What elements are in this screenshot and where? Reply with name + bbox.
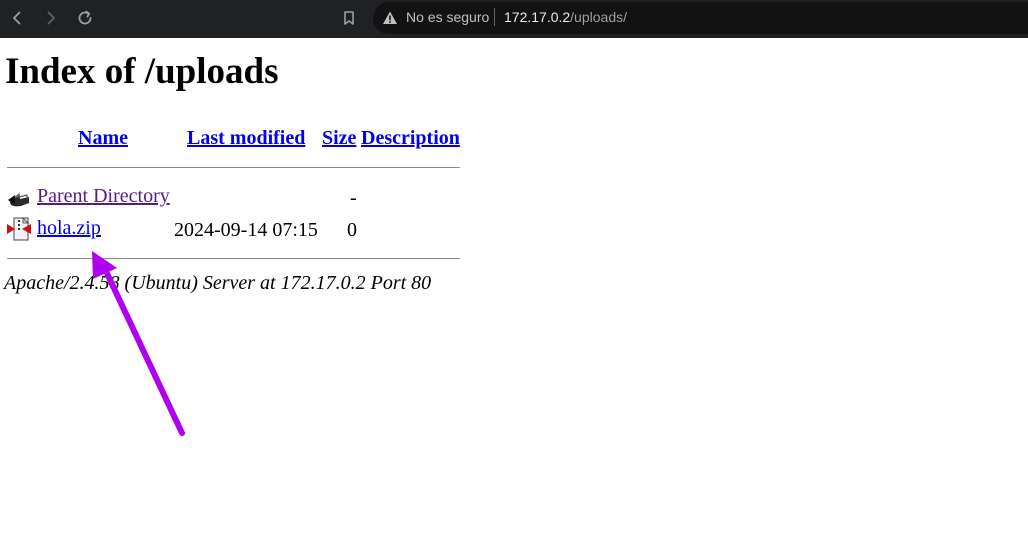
back-button[interactable] [5,6,29,30]
url-text[interactable]: 172.17.0.2/uploads/ [504,8,627,26]
url-host: 172.17.0.2 [504,9,571,25]
address-separator [494,8,495,26]
header-divider [7,167,460,168]
security-status[interactable]: No es seguro [406,8,489,26]
column-header-size[interactable]: Size [322,127,356,150]
back-icon [8,192,29,207]
column-header-last-modified[interactable]: Last modified [187,127,305,150]
server-signature: Apache/2.4.58 (Ubuntu) Server at 172.17.… [4,272,432,294]
footer-divider [7,258,460,259]
browser-toolbar: No es seguro 172.17.0.2/uploads/ [0,0,1028,38]
warning-icon[interactable] [382,10,398,26]
chevron-right-icon [47,11,55,25]
bookmark-icon [344,11,354,25]
parent-directory-link[interactable]: Parent Directory [37,185,170,208]
chevron-left-icon [13,11,21,25]
compressed-file-icon [7,217,31,241]
row-last-modified: 2024-09-14 07:15 [174,219,318,241]
reload-button[interactable] [73,6,97,30]
forward-button[interactable] [39,6,63,30]
page-title: Index of /uploads [5,51,279,92]
row-size: - [350,187,357,209]
row-size: 0 [347,219,357,241]
bookmark-button[interactable] [337,6,361,30]
column-header-name[interactable]: Name [78,127,128,150]
file-link-hola-zip[interactable]: hola.zip [37,217,101,240]
reload-icon [78,10,92,25]
column-header-description[interactable]: Description [361,127,460,150]
url-path: /uploads/ [570,9,627,25]
